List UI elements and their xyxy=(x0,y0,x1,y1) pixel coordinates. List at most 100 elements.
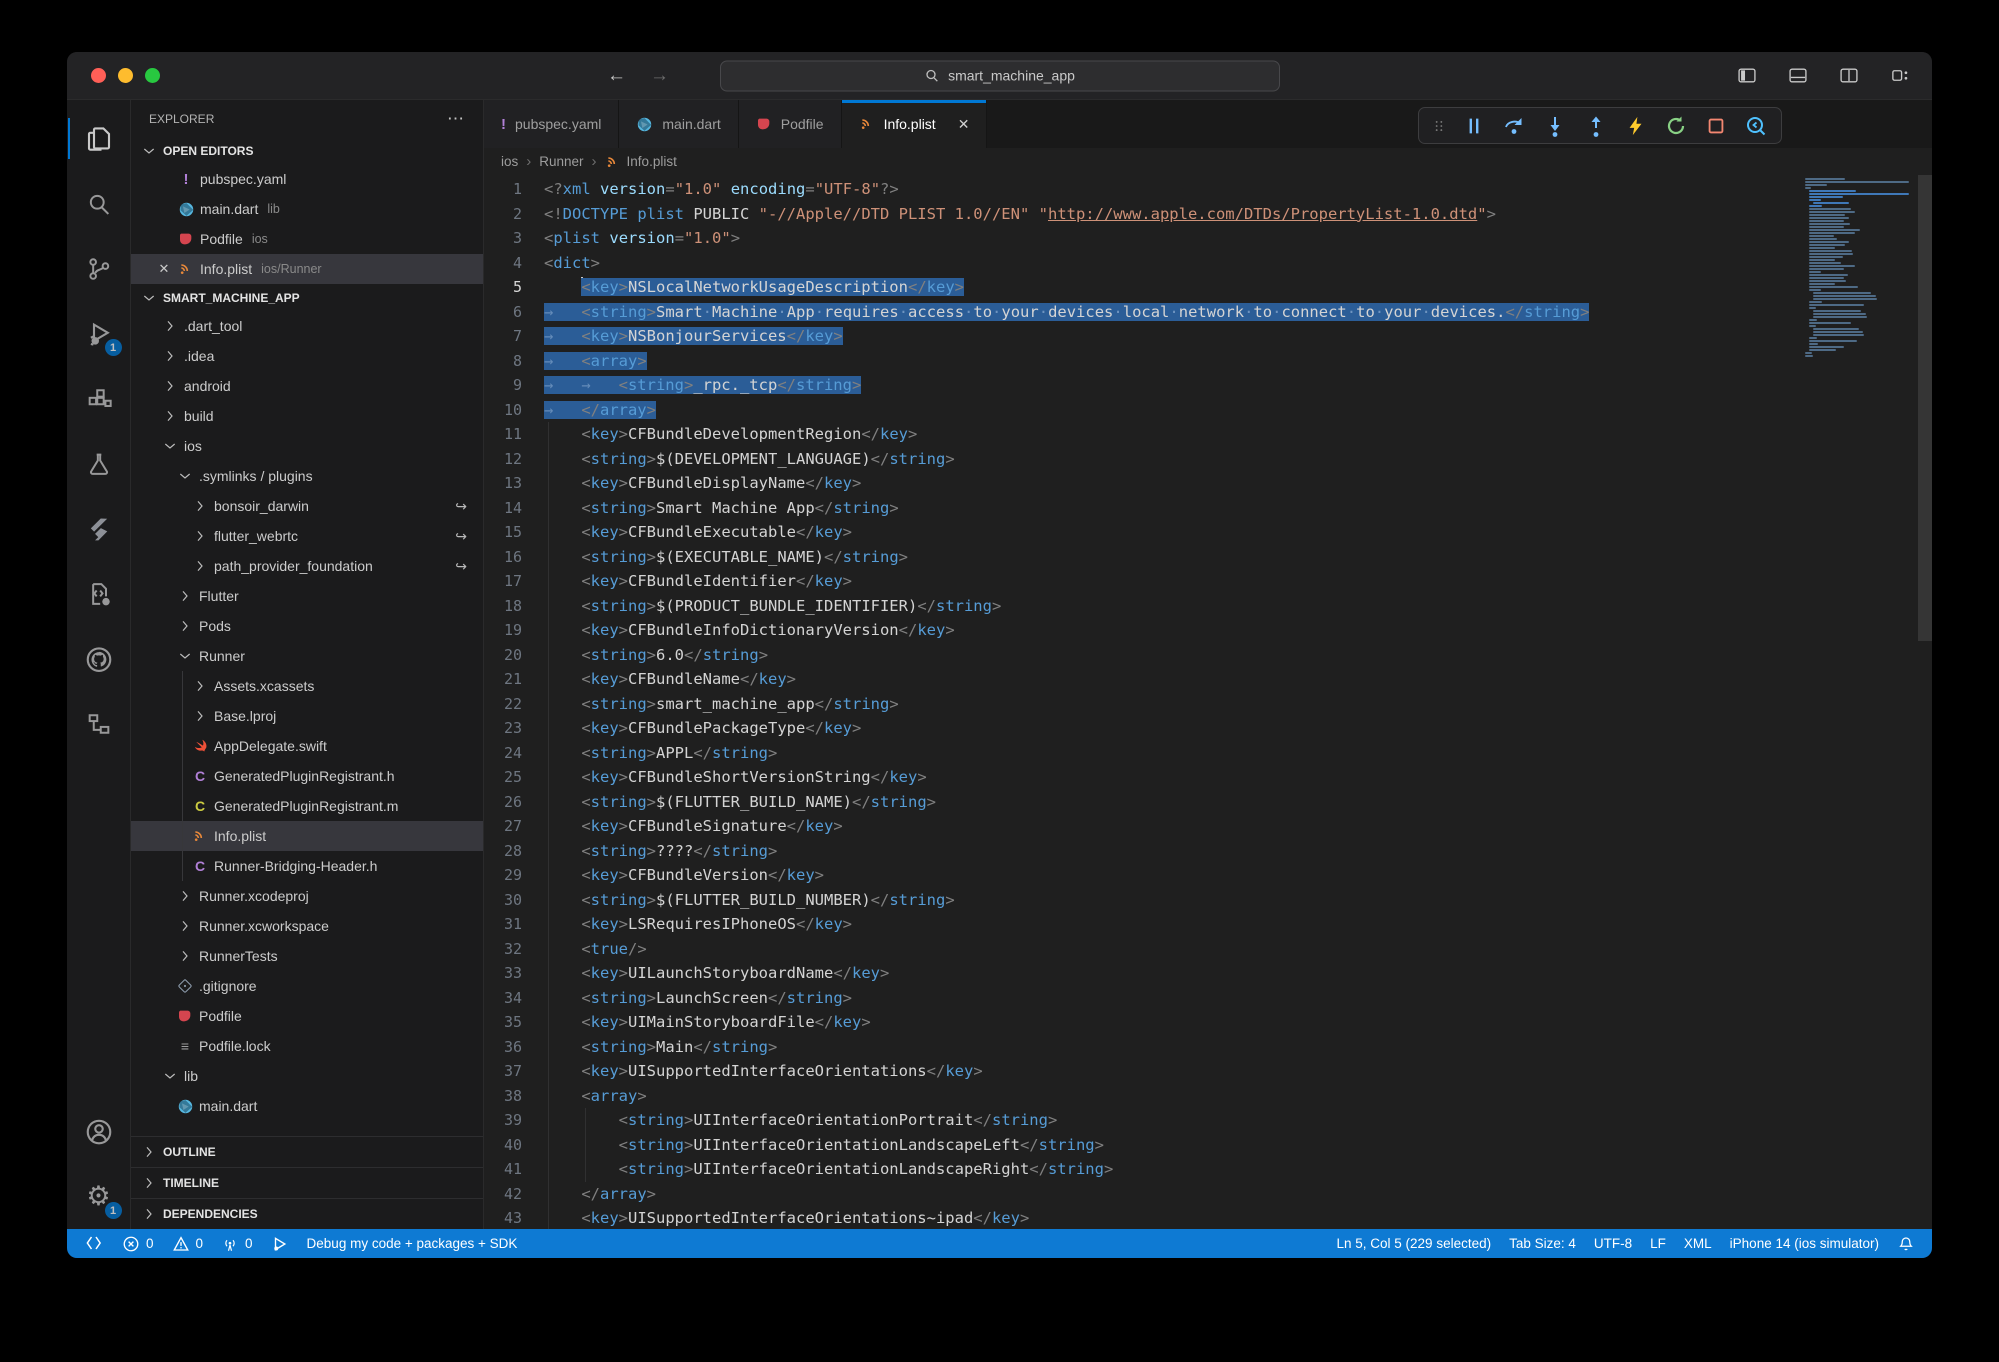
open-editors-section-header[interactable]: OPEN EDITORS xyxy=(131,137,483,164)
toggle-panel-icon[interactable] xyxy=(1786,66,1810,85)
code-line-10[interactable]: 10→</array> xyxy=(484,398,1800,423)
open-editor-pubspec.yaml[interactable]: !pubspec.yaml xyxy=(131,164,483,194)
status-utf-8[interactable]: UTF-8 xyxy=(1585,1236,1641,1251)
open-editor-Podfile[interactable]: Podfileios xyxy=(131,224,483,254)
code-line-11[interactable]: 11 <key>CFBundleDevelopmentRegion</key> xyxy=(484,422,1800,447)
tree-item-Assets.xcassets[interactable]: Assets.xcassets xyxy=(131,671,483,701)
hot-reload-icon[interactable] xyxy=(1625,114,1647,138)
tree-item-GeneratedPluginRegistrant.h[interactable]: CGeneratedPluginRegistrant.h xyxy=(131,761,483,791)
customize-layout-icon[interactable] xyxy=(1888,66,1912,85)
code-line-38[interactable]: 38 <array> xyxy=(484,1084,1800,1109)
code-line-25[interactable]: 25 <key>CFBundleShortVersionString</key> xyxy=(484,765,1800,790)
stop-icon[interactable] xyxy=(1705,115,1727,137)
code-line-2[interactable]: 2<!DOCTYPE plist PUBLIC "-//Apple//DTD P… xyxy=(484,202,1800,227)
tree-item-Runner.xcodeproj[interactable]: Runner.xcodeproj xyxy=(131,881,483,911)
code-line-22[interactable]: 22 <string>smart_machine_app</string> xyxy=(484,692,1800,717)
tree-item-.gitignore[interactable]: .gitignore xyxy=(131,971,483,1001)
code-line-32[interactable]: 32 <true/> xyxy=(484,937,1800,962)
status-debug-start[interactable] xyxy=(262,1235,298,1253)
split-editor-icon[interactable] xyxy=(1837,66,1861,85)
status-ports[interactable]: 0 xyxy=(212,1235,262,1253)
tree-item-path_provider_foundation[interactable]: path_provider_foundation↪ xyxy=(131,551,483,581)
code-line-29[interactable]: 29 <key>CFBundleVersion</key> xyxy=(484,863,1800,888)
project-section-header[interactable]: SMART_MACHINE_APP xyxy=(131,284,483,311)
code-line-40[interactable]: 40 <string>UIInterfaceOrientationLandsca… xyxy=(484,1133,1800,1158)
status-xml[interactable]: XML xyxy=(1675,1236,1721,1251)
pane-outline[interactable]: OUTLINE xyxy=(131,1136,483,1167)
tab-Podfile[interactable]: Podfile xyxy=(739,100,842,148)
close-icon[interactable]: ✕ xyxy=(153,261,175,277)
activity-run-debug[interactable]: 1 xyxy=(68,301,130,366)
code-line-20[interactable]: 20 <string>6.0</string> xyxy=(484,643,1800,668)
code-line-4[interactable]: 4<dict> xyxy=(484,251,1800,276)
tree-item-Base.lproj[interactable]: Base.lproj xyxy=(131,701,483,731)
activity-testing[interactable] xyxy=(68,431,130,496)
views-actions-icon[interactable]: ⋯ xyxy=(447,109,465,129)
tree-item-build[interactable]: build xyxy=(131,401,483,431)
tree-item-Flutter[interactable]: Flutter xyxy=(131,581,483,611)
activity-source-control[interactable] xyxy=(68,236,130,301)
code-line-34[interactable]: 34 <string>LaunchScreen</string> xyxy=(484,986,1800,1011)
tree-item-bonsoir_darwin[interactable]: bonsoir_darwin↪ xyxy=(131,491,483,521)
forward-arrow-icon[interactable]: → xyxy=(650,65,669,87)
breadcrumb-item-Info.plist[interactable]: Info.plist xyxy=(605,154,677,170)
code-line-12[interactable]: 12 <string>$(DEVELOPMENT_LANGUAGE)</stri… xyxy=(484,447,1800,472)
breadcrumb-item-ios[interactable]: ios xyxy=(501,154,518,169)
code-line-36[interactable]: 36 <string>Main</string> xyxy=(484,1035,1800,1060)
zoom-window-button[interactable] xyxy=(145,68,160,83)
pane-dependencies[interactable]: DEPENDENCIES xyxy=(131,1198,483,1229)
activity-settings-gear[interactable]: ⚙1 xyxy=(68,1164,130,1229)
tree-item-android[interactable]: android xyxy=(131,371,483,401)
code-line-7[interactable]: 7→<key>NSBonjourServices</key> xyxy=(484,324,1800,349)
code-line-24[interactable]: 24 <string>APPL</string> xyxy=(484,741,1800,766)
status-warnings[interactable]: 0 xyxy=(163,1235,213,1253)
open-editor-main.dart[interactable]: main.dartlib xyxy=(131,194,483,224)
tree-item-Podfile[interactable]: Podfile xyxy=(131,1001,483,1031)
code-line-5[interactable]: 5 <key>NSLocalNetworkUsageDescription</k… xyxy=(484,275,1800,300)
restart-icon[interactable] xyxy=(1664,114,1688,138)
status-lf[interactable]: LF xyxy=(1641,1236,1675,1251)
minimap[interactable] xyxy=(1805,178,1915,358)
tree-item-GeneratedPluginRegistrant.m[interactable]: CGeneratedPluginRegistrant.m xyxy=(131,791,483,821)
code-line-39[interactable]: 39 <string>UIInterfaceOrientationPortrai… xyxy=(484,1108,1800,1133)
code-line-13[interactable]: 13 <key>CFBundleDisplayName</key> xyxy=(484,471,1800,496)
code-line-3[interactable]: 3<plist version="1.0"> xyxy=(484,226,1800,251)
activity-github[interactable] xyxy=(68,626,130,691)
code-editor[interactable]: 1<?xml version="1.0" encoding="UTF-8"?>2… xyxy=(484,175,1932,1229)
code-line-18[interactable]: 18 <string>$(PRODUCT_BUNDLE_IDENTIFIER)<… xyxy=(484,594,1800,619)
step-into-icon[interactable] xyxy=(1543,114,1567,138)
code-line-6[interactable]: 6→<string>Smart·Machine·App·requires·acc… xyxy=(484,300,1800,325)
code-line-9[interactable]: 9→→<string>_rpc._tcp</string> xyxy=(484,373,1800,398)
tree-item-main.dart[interactable]: main.dart xyxy=(131,1091,483,1121)
tree-item-AppDelegate.swift[interactable]: AppDelegate.swift xyxy=(131,731,483,761)
step-over-icon[interactable] xyxy=(1502,114,1526,138)
code-line-37[interactable]: 37 <key>UISupportedInterfaceOrientations… xyxy=(484,1059,1800,1084)
activity-explorer[interactable] xyxy=(68,106,130,171)
command-center-search[interactable]: smart_machine_app xyxy=(720,60,1280,91)
code-line-33[interactable]: 33 <key>UILaunchStoryboardName</key> xyxy=(484,961,1800,986)
breadcrumb-item-Runner[interactable]: Runner xyxy=(539,154,583,169)
tree-item-Runner.xcworkspace[interactable]: Runner.xcworkspace xyxy=(131,911,483,941)
code-line-21[interactable]: 21 <key>CFBundleName</key> xyxy=(484,667,1800,692)
tree-item-lib[interactable]: lib xyxy=(131,1061,483,1091)
code-line-41[interactable]: 41 <string>UIInterfaceOrientationLandsca… xyxy=(484,1157,1800,1182)
tree-item-Runner[interactable]: Runner xyxy=(131,641,483,671)
code-line-35[interactable]: 35 <key>UIMainStoryboardFile</key> xyxy=(484,1010,1800,1035)
tree-item-flutter_webrtc[interactable]: flutter_webrtc↪ xyxy=(131,521,483,551)
activity-search[interactable] xyxy=(68,171,130,236)
tree-item-.symlinks-plugins[interactable]: .symlinks / plugins xyxy=(131,461,483,491)
pane-timeline[interactable]: TIMELINE xyxy=(131,1167,483,1198)
tree-item-Podfile.lock[interactable]: ≡Podfile.lock xyxy=(131,1031,483,1061)
tab-pubspec.yaml[interactable]: !pubspec.yaml xyxy=(484,100,619,148)
status-iphone-14-ios-simulator-[interactable]: iPhone 14 (ios simulator) xyxy=(1721,1236,1888,1251)
code-line-27[interactable]: 27 <key>CFBundleSignature</key> xyxy=(484,814,1800,839)
code-line-42[interactable]: 42 </array> xyxy=(484,1182,1800,1207)
activity-account[interactable] xyxy=(68,1099,130,1164)
code-line-28[interactable]: 28 <string>????</string> xyxy=(484,839,1800,864)
minimize-window-button[interactable] xyxy=(118,68,133,83)
tree-item-.idea[interactable]: .idea xyxy=(131,341,483,371)
tree-item-RunnerTests[interactable]: RunnerTests xyxy=(131,941,483,971)
code-line-31[interactable]: 31 <key>LSRequiresIPhoneOS</key> xyxy=(484,912,1800,937)
status-bell[interactable] xyxy=(1888,1235,1924,1253)
code-line-43[interactable]: 43 <key>UISupportedInterfaceOrientations… xyxy=(484,1206,1800,1229)
